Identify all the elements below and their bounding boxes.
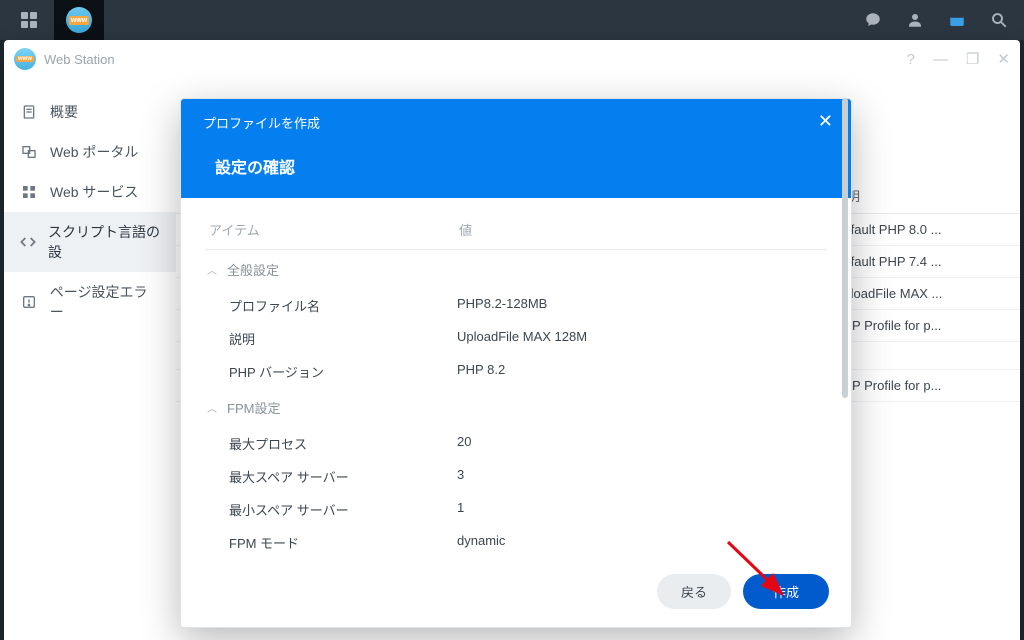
create-profile-dialog: プロファイルを作成 設定の確認 ✕ アイテム 値 ︿ 全般設定 プロファイル名P… xyxy=(180,98,852,628)
code-icon xyxy=(20,233,36,251)
dialog-title: プロファイルを作成 xyxy=(203,113,829,132)
user-icon[interactable] xyxy=(894,0,936,40)
kv-row: 説明UploadFile MAX 128M xyxy=(205,322,827,355)
warn-icon xyxy=(20,293,38,311)
modal-scrollbar[interactable] xyxy=(842,98,848,518)
kv-row: プロファイル名PHP8.2-128MB xyxy=(205,289,827,322)
section-fpm[interactable]: ︿ FPM設定 xyxy=(205,388,827,427)
sidebar-item-label: 概要 xyxy=(50,102,78,122)
sidebar-item-label: ページ設定エラー xyxy=(50,282,160,322)
dialog-header: プロファイルを作成 設定の確認 ✕ xyxy=(181,99,851,198)
chevron-up-icon: ︿ xyxy=(207,400,217,415)
portal-icon xyxy=(20,143,38,161)
close-icon[interactable]: ✕ xyxy=(818,111,833,132)
kv-row: FPM モードdynamic xyxy=(205,526,827,559)
sidebar-item-overview[interactable]: 概要 xyxy=(4,92,176,132)
main-menu-button[interactable] xyxy=(4,0,54,40)
app-logo-icon: www xyxy=(14,48,36,70)
dialog-subtitle: 設定の確認 xyxy=(203,154,829,178)
system-topbar: www xyxy=(0,0,1024,40)
col-value: 値 xyxy=(459,220,472,239)
close-window-button[interactable]: ✕ xyxy=(997,50,1010,68)
create-button[interactable]: 作成 xyxy=(743,574,829,609)
sidebar-item-webportal[interactable]: Web ポータル xyxy=(4,132,176,172)
settings-table-header: アイテム 値 xyxy=(205,214,827,250)
section-general[interactable]: ︿ 全般設定 xyxy=(205,250,827,289)
sidebar-item-webservice[interactable]: Web サービス xyxy=(4,172,176,212)
app-task-webstation[interactable]: www xyxy=(54,0,104,40)
chat-icon[interactable] xyxy=(852,0,894,40)
maximize-button[interactable]: ❐ xyxy=(966,50,979,68)
dialog-footer: 戻る 作成 xyxy=(181,560,851,627)
help-button[interactable]: ? xyxy=(907,51,915,68)
sidebar: 概要 Web ポータル Web サービス スクリプト言語の設 ページ設定エラー xyxy=(4,78,176,640)
webstation-icon: www xyxy=(66,7,92,33)
doc-icon xyxy=(20,103,38,121)
dialog-body[interactable]: アイテム 値 ︿ 全般設定 プロファイル名PHP8.2-128MB 説明Uplo… xyxy=(181,198,851,560)
sidebar-item-label: スクリプト言語の設 xyxy=(48,222,160,262)
kv-row: 最小スペア サーバー1 xyxy=(205,493,827,526)
sidebar-item-page-error[interactable]: ページ設定エラー xyxy=(4,272,176,332)
scrollbar-thumb[interactable] xyxy=(842,98,848,398)
kv-row: 開始サーバー2 xyxy=(205,559,827,560)
sidebar-item-script-settings[interactable]: スクリプト言語の設 xyxy=(4,212,176,272)
chevron-up-icon: ︿ xyxy=(207,262,217,277)
kv-row: 最大スペア サーバー3 xyxy=(205,460,827,493)
panel-icon[interactable] xyxy=(936,0,978,40)
minimize-button[interactable]: — xyxy=(933,51,948,68)
kv-row: PHP バージョンPHP 8.2 xyxy=(205,355,827,388)
back-button[interactable]: 戻る xyxy=(657,574,731,609)
col-item: アイテム xyxy=(209,220,459,239)
app-title: Web Station xyxy=(44,52,115,67)
app-header: www Web Station ? — ❐ ✕ xyxy=(4,40,1020,78)
service-icon xyxy=(20,183,38,201)
sidebar-item-label: Web ポータル xyxy=(50,142,138,162)
sidebar-item-label: Web サービス xyxy=(50,182,138,202)
search-icon[interactable] xyxy=(978,0,1020,40)
kv-row: 最大プロセス20 xyxy=(205,427,827,460)
window-controls: ? — ❐ ✕ xyxy=(907,50,1010,68)
